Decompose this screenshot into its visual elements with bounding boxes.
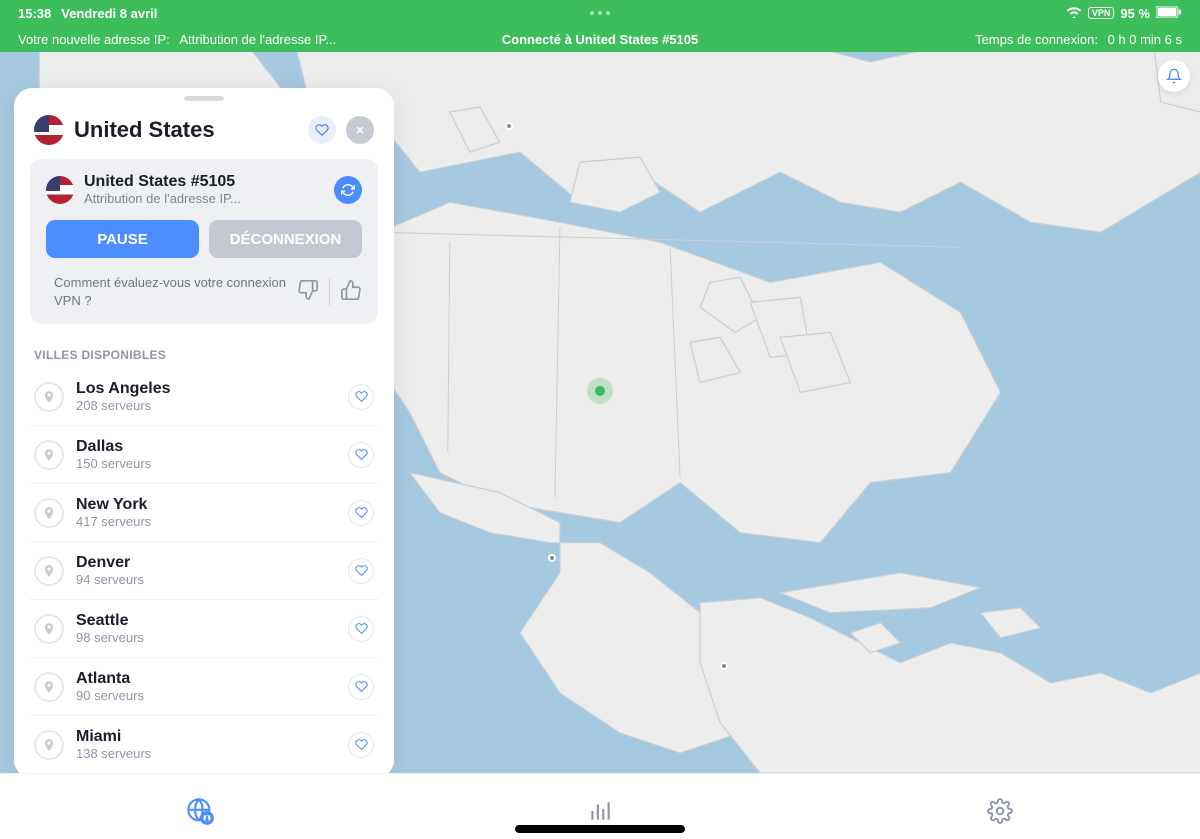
- server-marker[interactable]: [505, 122, 513, 130]
- thumbs-up-button[interactable]: [340, 279, 362, 306]
- city-servers: 208 serveurs: [76, 398, 336, 413]
- connection-status: Connecté à United States #5105: [406, 32, 794, 47]
- connection-duration: 0 h 0 min 6 s: [1108, 32, 1182, 47]
- notifications-button[interactable]: [1158, 60, 1190, 92]
- home-indicator[interactable]: [515, 825, 685, 833]
- city-name: Atlanta: [76, 670, 336, 688]
- connection-info-bar: Votre nouvelle adresse IP: Attribution d…: [0, 26, 1200, 52]
- tab-stats[interactable]: [400, 790, 800, 824]
- city-servers: 150 serveurs: [76, 456, 336, 471]
- ip-status: Attribution de l'adresse IP...: [179, 32, 336, 47]
- city-servers: 90 serveurs: [76, 688, 336, 703]
- refresh-button[interactable]: [334, 176, 362, 204]
- location-pin-icon: [34, 672, 64, 702]
- tab-bar: [0, 773, 1200, 839]
- vpn-badge: VPN: [1088, 7, 1115, 19]
- location-pin-icon: [34, 730, 64, 760]
- battery-icon: [1156, 6, 1182, 21]
- city-name: New York: [76, 496, 336, 514]
- city-servers: 98 serveurs: [76, 630, 336, 645]
- wifi-icon: [1066, 6, 1082, 21]
- disconnect-button[interactable]: DÉCONNEXION: [209, 220, 362, 258]
- ip-label: Votre nouvelle adresse IP:: [18, 32, 170, 47]
- favorite-city-button[interactable]: [348, 674, 374, 700]
- multitask-dots: [406, 11, 794, 15]
- city-item[interactable]: Dallas150 serveurs: [30, 426, 378, 484]
- city-servers: 94 serveurs: [76, 572, 336, 587]
- status-bar: 15:38 Vendredi 8 avril VPN 95 %: [0, 0, 1200, 26]
- connection-card: United States #5105 Attribution de l'adr…: [30, 159, 378, 324]
- favorite-city-button[interactable]: [348, 500, 374, 526]
- server-flag-icon: [46, 176, 74, 204]
- server-marker[interactable]: [548, 554, 556, 562]
- city-name: Denver: [76, 554, 336, 572]
- favorite-city-button[interactable]: [348, 442, 374, 468]
- city-item[interactable]: Atlanta90 serveurs: [30, 658, 378, 716]
- favorite-city-button[interactable]: [348, 384, 374, 410]
- city-servers: 138 serveurs: [76, 746, 336, 761]
- city-name: Dallas: [76, 438, 336, 456]
- city-item[interactable]: Denver94 serveurs: [30, 542, 378, 600]
- cities-section-title: VILLES DISPONIBLES: [34, 348, 374, 362]
- status-time: 15:38: [18, 6, 51, 21]
- server-marker[interactable]: [720, 662, 728, 670]
- server-ip-status: Attribution de l'adresse IP...: [84, 191, 324, 206]
- server-panel: United States United States #5105 Attrib…: [14, 88, 394, 778]
- location-pin-icon: [34, 498, 64, 528]
- tab-globe[interactable]: [0, 789, 400, 825]
- location-pin-icon: [34, 556, 64, 586]
- favorite-country-button[interactable]: [308, 116, 336, 144]
- thumbs-down-button[interactable]: [297, 279, 319, 306]
- city-name: Miami: [76, 728, 336, 746]
- city-item[interactable]: New York417 serveurs: [30, 484, 378, 542]
- status-date: Vendredi 8 avril: [61, 6, 157, 21]
- server-name: United States #5105: [84, 173, 324, 191]
- city-name: Los Angeles: [76, 380, 336, 398]
- city-list[interactable]: Los Angeles208 serveurs Dallas150 serveu…: [30, 368, 378, 762]
- location-pin-icon: [34, 614, 64, 644]
- location-pin-icon: [34, 382, 64, 412]
- close-panel-button[interactable]: [346, 116, 374, 144]
- tab-settings[interactable]: [800, 790, 1200, 824]
- favorite-city-button[interactable]: [348, 616, 374, 642]
- battery-percent: 95 %: [1120, 6, 1150, 21]
- location-pin-icon: [34, 440, 64, 470]
- city-servers: 417 serveurs: [76, 514, 336, 529]
- country-flag-icon: [34, 115, 64, 145]
- favorite-city-button[interactable]: [348, 558, 374, 584]
- duration-label: Temps de connexion:: [975, 32, 1098, 47]
- city-name: Seattle: [76, 612, 336, 630]
- pause-button[interactable]: PAUSE: [46, 220, 199, 258]
- current-location-marker: [587, 378, 613, 404]
- city-item[interactable]: Los Angeles208 serveurs: [30, 368, 378, 426]
- drag-handle[interactable]: [184, 96, 224, 101]
- city-item[interactable]: Miami138 serveurs: [30, 716, 378, 762]
- country-title: United States: [74, 117, 298, 143]
- favorite-city-button[interactable]: [348, 732, 374, 758]
- divider: [329, 278, 330, 306]
- rating-prompt: Comment évaluez-vous votre connexion VPN…: [46, 274, 287, 310]
- city-item[interactable]: Seattle98 serveurs: [30, 600, 378, 658]
